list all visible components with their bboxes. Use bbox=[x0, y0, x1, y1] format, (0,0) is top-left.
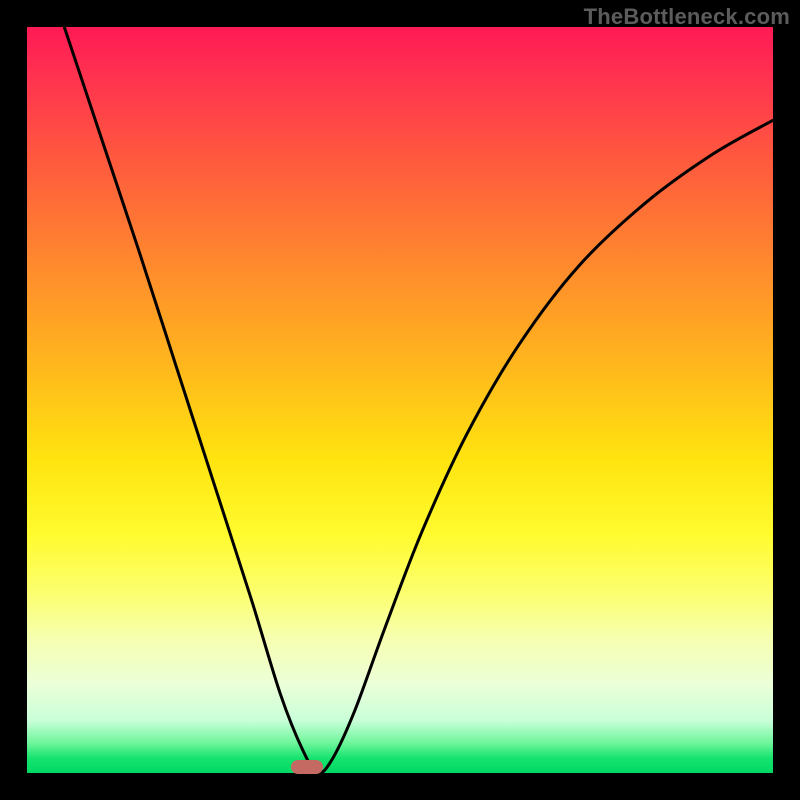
plot-area bbox=[27, 27, 773, 773]
optimal-marker bbox=[291, 760, 323, 774]
chart-frame: TheBottleneck.com bbox=[0, 0, 800, 800]
bottleneck-curve bbox=[27, 27, 773, 773]
watermark-text: TheBottleneck.com bbox=[584, 4, 790, 30]
